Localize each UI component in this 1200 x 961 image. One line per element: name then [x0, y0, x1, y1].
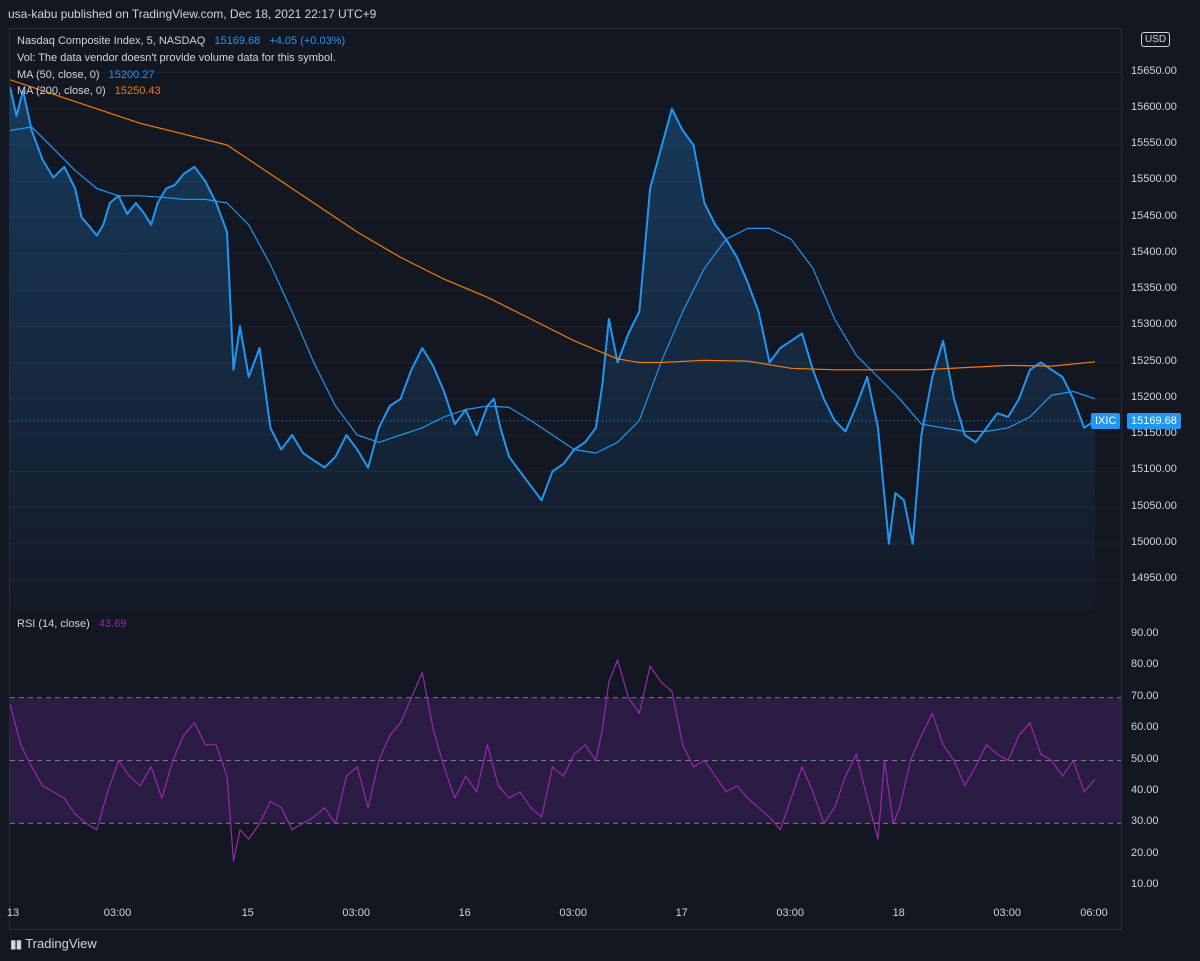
- legend-ma50[interactable]: MA (50, close, 0) 15200.27: [17, 67, 155, 83]
- price-tick-label: 15000.00: [1131, 535, 1177, 548]
- time-tick-label: 13: [6, 907, 20, 919]
- rsi-label: RSI (14, close): [17, 618, 90, 630]
- time-tick-label: 16: [458, 907, 471, 919]
- rsi-tick-label: 10.00: [1131, 878, 1159, 891]
- price-tick-label: 15600.00: [1131, 100, 1177, 113]
- rsi-tick-label: 60.00: [1131, 721, 1159, 734]
- volume-note: Vol: The data vendor doesn't provide vol…: [17, 50, 336, 66]
- rsi-tick-label: 40.00: [1131, 783, 1159, 796]
- ma50-label: MA (50, close, 0): [17, 69, 100, 81]
- symbol-change: +4.05 (+0.03%): [269, 35, 346, 47]
- price-tick-label: 15450.00: [1131, 209, 1177, 222]
- time-tick-label: 03:00: [342, 907, 370, 919]
- price-tick-label: 15250.00: [1131, 354, 1177, 367]
- brand-name: TradingView: [25, 936, 97, 951]
- price-tick-label: 15100.00: [1131, 463, 1177, 476]
- time-tick-label: 18: [892, 907, 905, 919]
- price-tick-label: 15400.00: [1131, 245, 1177, 258]
- price-tick-label: 15200.00: [1131, 390, 1177, 403]
- symbol-price: 15169.68: [214, 35, 261, 47]
- symbol-badge: IXIC: [1091, 413, 1121, 429]
- footer: [0, 930, 1200, 961]
- last-price-label: 15169.68: [1127, 413, 1181, 429]
- ma200-label: MA (200, close, 0): [17, 85, 106, 97]
- price-tick-label: 15300.00: [1131, 318, 1177, 331]
- publisher-caption: usa-kabu published on TradingView.com, D…: [8, 7, 377, 21]
- price-tick-label: 15350.00: [1131, 282, 1177, 294]
- legend-rsi[interactable]: RSI (14, close) 43.69: [17, 616, 126, 632]
- time-tick-label: 03:00: [993, 907, 1021, 919]
- time-tick-label: 17: [675, 907, 688, 919]
- tradingview-logo-icon: ▮▮: [10, 936, 22, 951]
- rsi-tick-label: 80.00: [1131, 658, 1159, 671]
- price-tick-label: 15500.00: [1131, 173, 1177, 186]
- time-tick-label: 15: [241, 907, 254, 919]
- price-tick-label: 15050.00: [1131, 499, 1177, 512]
- rsi-tick-label: 30.00: [1131, 815, 1159, 828]
- ma50-value: 15200.27: [108, 69, 155, 81]
- rsi-tick-label: 20.00: [1131, 846, 1159, 859]
- chart-frame[interactable]: [9, 28, 1122, 930]
- price-tick-label: 15550.00: [1131, 137, 1177, 149]
- time-tick-label: 03:00: [559, 907, 587, 919]
- legend-symbol-line: Nasdaq Composite Index, 5, NASDAQ 15169.…: [17, 33, 345, 49]
- rsi-pane[interactable]: [10, 619, 1121, 902]
- price-axis[interactable]: 15650.00 15600.00 15550.00 15500.00 15450.00…: [1122, 28, 1200, 608]
- rsi-tick-label: 50.00: [1131, 752, 1159, 765]
- price-tick-label: 15650.00: [1131, 64, 1177, 77]
- ma200-value: 15250.43: [114, 85, 161, 97]
- symbol-name[interactable]: Nasdaq Composite Index, 5, NASDAQ: [17, 35, 205, 47]
- price-tick-label: 14950.00: [1131, 572, 1177, 584]
- currency-button[interactable]: USD: [1141, 32, 1171, 47]
- tradingview-brand[interactable]: ▮▮ TradingView: [10, 936, 97, 951]
- time-tick-label: 03:00: [103, 907, 132, 919]
- legend-ma200[interactable]: MA (200, close, 0) 15250.43: [17, 83, 161, 99]
- price-area-fill: [10, 87, 1095, 609]
- time-tick-label: 06:00: [1080, 907, 1108, 919]
- price-pane[interactable]: [10, 29, 1121, 609]
- time-tick-label: 03:00: [776, 907, 804, 919]
- rsi-axis[interactable]: 90.00 80.00 70.00 60.00 50.00 40.00 30.00 20.00…: [1122, 618, 1200, 901]
- volume-note-text: Vol: The data vendor doesn't provide vol…: [17, 52, 336, 64]
- top-bar: usa-kabu published on TradingView.com, D…: [0, 0, 1200, 28]
- rsi-tick-label: 90.00: [1131, 626, 1159, 639]
- rsi-value: 43.69: [98, 618, 127, 630]
- rsi-tick-label: 70.00: [1131, 689, 1159, 702]
